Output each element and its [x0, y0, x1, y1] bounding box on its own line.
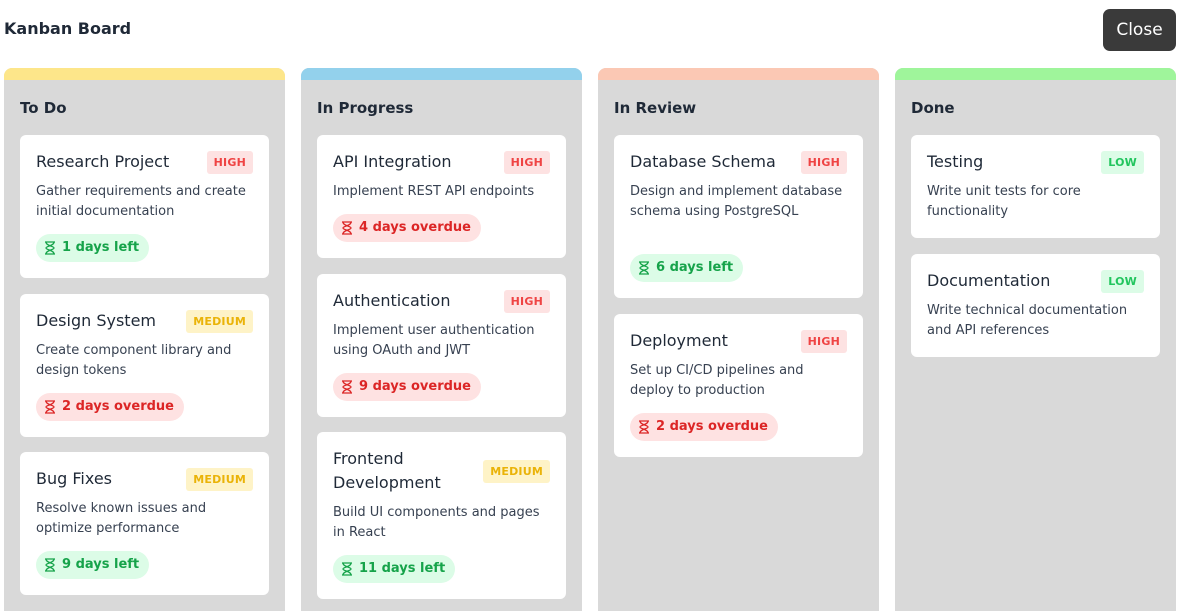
due-status: 1 days left [36, 234, 150, 262]
priority-badge: HIGH [503, 151, 550, 174]
column-todo: To Do Research Project HIGH Gather requi… [4, 68, 285, 611]
column-title: In Review [614, 99, 697, 117]
column-in-progress: In Progress API Integration HIGH Impleme… [301, 68, 582, 611]
close-button[interactable]: Close [1103, 9, 1176, 51]
hourglass-icon [45, 558, 55, 572]
column-title: Done [911, 99, 955, 117]
card-title: Authentication [333, 291, 451, 310]
card-description: Create component library and design toke… [36, 343, 232, 378]
due-text: 6 days left [656, 260, 734, 275]
priority-badge: HIGH [800, 151, 847, 174]
card-description: Gather requirements and create initial d… [36, 184, 246, 219]
hourglass-icon [45, 400, 55, 414]
due-text: 9 days left [62, 557, 140, 572]
card-description: Implement user authentication using OAut… [333, 323, 535, 358]
card-title: API Integration [333, 152, 452, 171]
task-card[interactable]: Documentation LOW Write technical docume… [911, 254, 1160, 357]
card-title: Research Project [36, 152, 170, 171]
card-title: Database Schema [630, 152, 776, 171]
hourglass-icon [639, 261, 649, 275]
task-card[interactable]: Authentication HIGH Implement user authe… [317, 274, 566, 417]
hourglass-icon [342, 221, 352, 235]
task-card[interactable]: Frontend Development MEDIUM Build UI com… [317, 432, 566, 599]
column-title: In Progress [317, 99, 414, 117]
due-text: 1 days left [62, 240, 140, 255]
page-title: Kanban Board [4, 19, 132, 38]
due-text: 2 days overdue [656, 419, 768, 434]
column-color-bar [598, 68, 879, 80]
column-color-bar [4, 68, 285, 80]
task-card[interactable]: Bug Fixes MEDIUM Resolve known issues an… [20, 452, 269, 595]
column-title: To Do [20, 99, 67, 117]
priority-badge: MEDIUM [186, 310, 253, 333]
card-description: Resolve known issues and optimize perfor… [36, 501, 207, 536]
card-title: Design System [36, 311, 156, 330]
hourglass-icon [342, 562, 352, 576]
card-title: Documentation [927, 271, 1051, 290]
priority-badge: HIGH [800, 330, 847, 353]
column-in-review: In Review Database Schema HIGH Design an… [598, 68, 879, 611]
due-status: 11 days left [333, 555, 456, 583]
card-title: Bug Fixes [36, 469, 112, 488]
column-color-bar [895, 68, 1176, 80]
due-text: 2 days overdue [62, 399, 174, 414]
due-status: 2 days overdue [36, 393, 184, 421]
due-status: 9 days left [36, 551, 150, 579]
hourglass-icon [639, 420, 649, 434]
due-status: 9 days overdue [333, 373, 481, 401]
priority-badge: MEDIUM [186, 468, 253, 491]
card-description: Implement REST API endpoints [333, 184, 535, 199]
card-description: Design and implement database schema usi… [630, 184, 843, 219]
card-description: Write technical documentation and API re… [927, 303, 1128, 338]
due-text: 11 days left [359, 561, 446, 576]
task-card[interactable]: Design System MEDIUM Create component li… [20, 294, 269, 437]
due-status: 2 days overdue [630, 413, 778, 441]
card-description: Write unit tests for core functionality [927, 184, 1081, 219]
due-status: 4 days overdue [333, 214, 481, 242]
task-card[interactable]: Research Project HIGH Gather requirement… [20, 135, 269, 278]
hourglass-icon [342, 380, 352, 394]
task-card[interactable]: Deployment HIGH Set up CI/CD pipelines a… [614, 314, 863, 457]
card-title: Testing [927, 152, 984, 171]
due-text: 4 days overdue [359, 220, 471, 235]
task-card[interactable]: Database Schema HIGH Design and implemen… [614, 135, 863, 298]
priority-badge: LOW [1101, 151, 1144, 174]
card-description: Build UI components and pages in React [333, 505, 540, 540]
priority-badge: HIGH [206, 151, 253, 174]
hourglass-icon [45, 241, 55, 255]
card-title: Deployment [630, 331, 728, 350]
card-description: Set up CI/CD pipelines and deploy to pro… [630, 363, 804, 398]
task-card[interactable]: Testing LOW Write unit tests for core fu… [911, 135, 1160, 238]
priority-badge: LOW [1101, 270, 1144, 293]
due-status: 6 days left [630, 254, 744, 282]
priority-badge: MEDIUM [483, 460, 550, 483]
task-card[interactable]: API Integration HIGH Implement REST API … [317, 135, 566, 258]
column-done: Done Testing LOW Write unit tests for co… [895, 68, 1176, 611]
column-color-bar [301, 68, 582, 80]
card-title: Frontend Development [333, 449, 441, 492]
due-text: 9 days overdue [359, 379, 471, 394]
priority-badge: HIGH [503, 290, 550, 313]
